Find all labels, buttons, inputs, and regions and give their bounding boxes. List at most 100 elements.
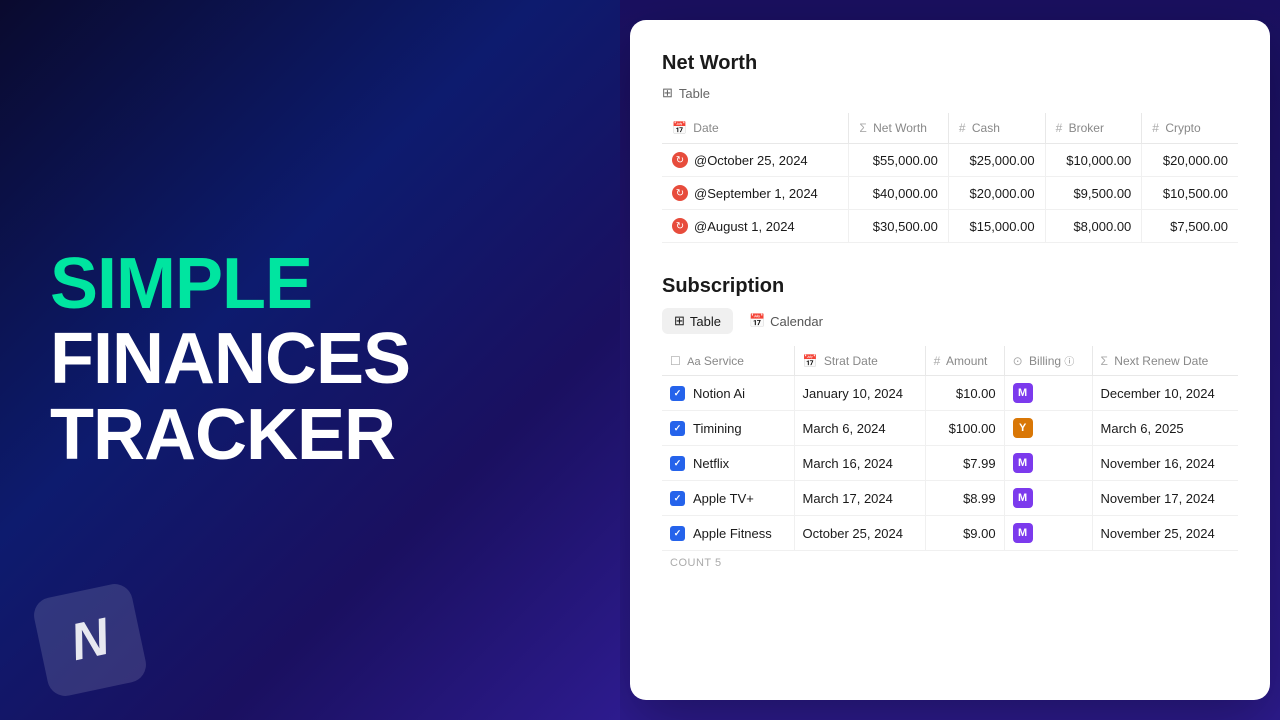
notion-logo [40, 590, 140, 690]
billing-badge: M [1013, 488, 1033, 508]
table-row: @October 25, 2024 $55,000.00 $25,000.00 … [662, 144, 1238, 177]
table-icon: ⊞ [662, 85, 673, 101]
col-crypto: # Crypto [1142, 113, 1238, 144]
col-cash: # Cash [948, 113, 1045, 144]
service-name: Notion Ai [693, 386, 745, 401]
table-row: @September 1, 2024 $40,000.00 $20,000.00… [662, 177, 1238, 210]
cell-date: @October 25, 2024 [662, 144, 849, 177]
sub-cell-start-date: March 16, 2024 [794, 446, 925, 481]
cell-date: @August 1, 2024 [662, 210, 849, 243]
col-broker: # Broker [1045, 113, 1142, 144]
sub-cell-start-date: October 25, 2024 [794, 516, 925, 551]
title-line-2: FINANCES [50, 322, 410, 398]
sub-cell-service: Timining [662, 411, 794, 446]
service-name: Apple TV+ [693, 491, 754, 506]
notion-logo-inner [31, 581, 150, 700]
sub-col-service: ☐ Aa Service [662, 346, 794, 376]
col-net-worth: Σ Net Worth [849, 113, 949, 144]
net-worth-table-label: ⊞ Table [662, 85, 1238, 101]
tab-bar: ⊞ Table 📅 Calendar [662, 308, 1238, 334]
cell-cash: $15,000.00 [948, 210, 1045, 243]
cell-cash: $20,000.00 [948, 177, 1045, 210]
sub-cell-renew-date: December 10, 2024 [1092, 376, 1238, 411]
net-worth-section: Net Worth ⊞ Table 📅 Date Σ Net Worth # C… [662, 52, 1238, 243]
sub-header-row: ☐ Aa Service 📅 Strat Date # Amount ⊙ Bil… [662, 346, 1238, 376]
net-worth-title: Net Worth [662, 52, 1238, 75]
sub-cell-amount: $100.00 [925, 411, 1004, 446]
sub-cell-renew-date: November 17, 2024 [1092, 481, 1238, 516]
checkbox[interactable] [670, 386, 685, 401]
cell-broker: $9,500.00 [1045, 177, 1142, 210]
count-value: 5 [715, 557, 722, 569]
cell-net-worth: $55,000.00 [849, 144, 949, 177]
sub-cell-amount: $9.00 [925, 516, 1004, 551]
cell-broker: $10,000.00 [1045, 144, 1142, 177]
sub-cell-start-date: January 10, 2024 [794, 376, 925, 411]
cell-cash: $25,000.00 [948, 144, 1045, 177]
sub-cell-billing: M [1004, 516, 1092, 551]
count-row: COUNT 5 [662, 551, 1238, 575]
list-item: Netflix March 16, 2024 $7.99 M November … [662, 446, 1238, 481]
notion-card[interactable]: Net Worth ⊞ Table 📅 Date Σ Net Worth # C… [630, 20, 1270, 700]
sub-cell-renew-date: November 16, 2024 [1092, 446, 1238, 481]
subscription-section: Subscription ⊞ Table 📅 Calendar ☐ Aa Ser… [662, 275, 1238, 575]
sub-cell-billing: M [1004, 376, 1092, 411]
sub-cell-billing: M [1004, 446, 1092, 481]
sub-cell-amount: $8.99 [925, 481, 1004, 516]
service-name: Netflix [693, 456, 729, 471]
net-worth-table: 📅 Date Σ Net Worth # Cash # Broker # Cry… [662, 113, 1238, 243]
cell-crypto: $7,500.00 [1142, 210, 1238, 243]
list-item: Apple TV+ March 17, 2024 $8.99 M Novembe… [662, 481, 1238, 516]
cell-broker: $8,000.00 [1045, 210, 1142, 243]
checkbox[interactable] [670, 421, 685, 436]
checkbox[interactable] [670, 491, 685, 506]
sub-col-amount: # Amount [925, 346, 1004, 376]
table-row: @August 1, 2024 $30,500.00 $15,000.00 $8… [662, 210, 1238, 243]
table-tab-icon: ⊞ [674, 313, 685, 329]
hero-title: SIMPLE FINANCES TRACKER [50, 247, 410, 474]
date-icon [672, 152, 688, 168]
title-line-3: TRACKER [50, 398, 410, 474]
list-item: Notion Ai January 10, 2024 $10.00 M Dece… [662, 376, 1238, 411]
cell-net-worth: $40,000.00 [849, 177, 949, 210]
sub-cell-service: Notion Ai [662, 376, 794, 411]
cell-crypto: $10,500.00 [1142, 177, 1238, 210]
cell-crypto: $20,000.00 [1142, 144, 1238, 177]
service-name: Timining [693, 421, 742, 436]
billing-badge: M [1013, 453, 1033, 473]
cell-net-worth: $30,500.00 [849, 210, 949, 243]
col-date: 📅 Date [662, 113, 849, 144]
sub-cell-start-date: March 6, 2024 [794, 411, 925, 446]
checkbox[interactable] [670, 526, 685, 541]
sub-cell-service: Apple Fitness [662, 516, 794, 551]
date-icon [672, 218, 688, 234]
sub-cell-billing: M [1004, 481, 1092, 516]
checkbox[interactable] [670, 456, 685, 471]
sub-cell-service: Apple TV+ [662, 481, 794, 516]
list-item: Apple Fitness October 25, 2024 $9.00 M N… [662, 516, 1238, 551]
sub-cell-renew-date: March 6, 2025 [1092, 411, 1238, 446]
date-icon [672, 185, 688, 201]
sub-cell-renew-date: November 25, 2024 [1092, 516, 1238, 551]
tab-table[interactable]: ⊞ Table [662, 308, 733, 334]
sub-cell-amount: $10.00 [925, 376, 1004, 411]
count-label: COUNT [670, 557, 711, 569]
service-name: Apple Fitness [693, 526, 772, 541]
net-worth-header-row: 📅 Date Σ Net Worth # Cash # Broker # Cry… [662, 113, 1238, 144]
left-panel: SIMPLE FINANCES TRACKER [0, 0, 620, 720]
right-panel: Net Worth ⊞ Table 📅 Date Σ Net Worth # C… [620, 0, 1280, 720]
tab-calendar-label: Calendar [770, 314, 823, 329]
billing-badge: Y [1013, 418, 1033, 438]
tab-calendar[interactable]: 📅 Calendar [737, 308, 835, 334]
sub-col-start-date: 📅 Strat Date [794, 346, 925, 376]
list-item: Timining March 6, 2024 $100.00 Y March 6… [662, 411, 1238, 446]
cell-date: @September 1, 2024 [662, 177, 849, 210]
sub-col-billing: ⊙ Billing ⓘ [1004, 346, 1092, 376]
subscription-table: ☐ Aa Service 📅 Strat Date # Amount ⊙ Bil… [662, 346, 1238, 551]
title-line-1: SIMPLE [50, 247, 410, 323]
sub-col-renew-date: Σ Next Renew Date [1092, 346, 1238, 376]
sub-cell-billing: Y [1004, 411, 1092, 446]
sub-cell-amount: $7.99 [925, 446, 1004, 481]
billing-badge: M [1013, 523, 1033, 543]
tab-table-label: Table [690, 314, 721, 329]
